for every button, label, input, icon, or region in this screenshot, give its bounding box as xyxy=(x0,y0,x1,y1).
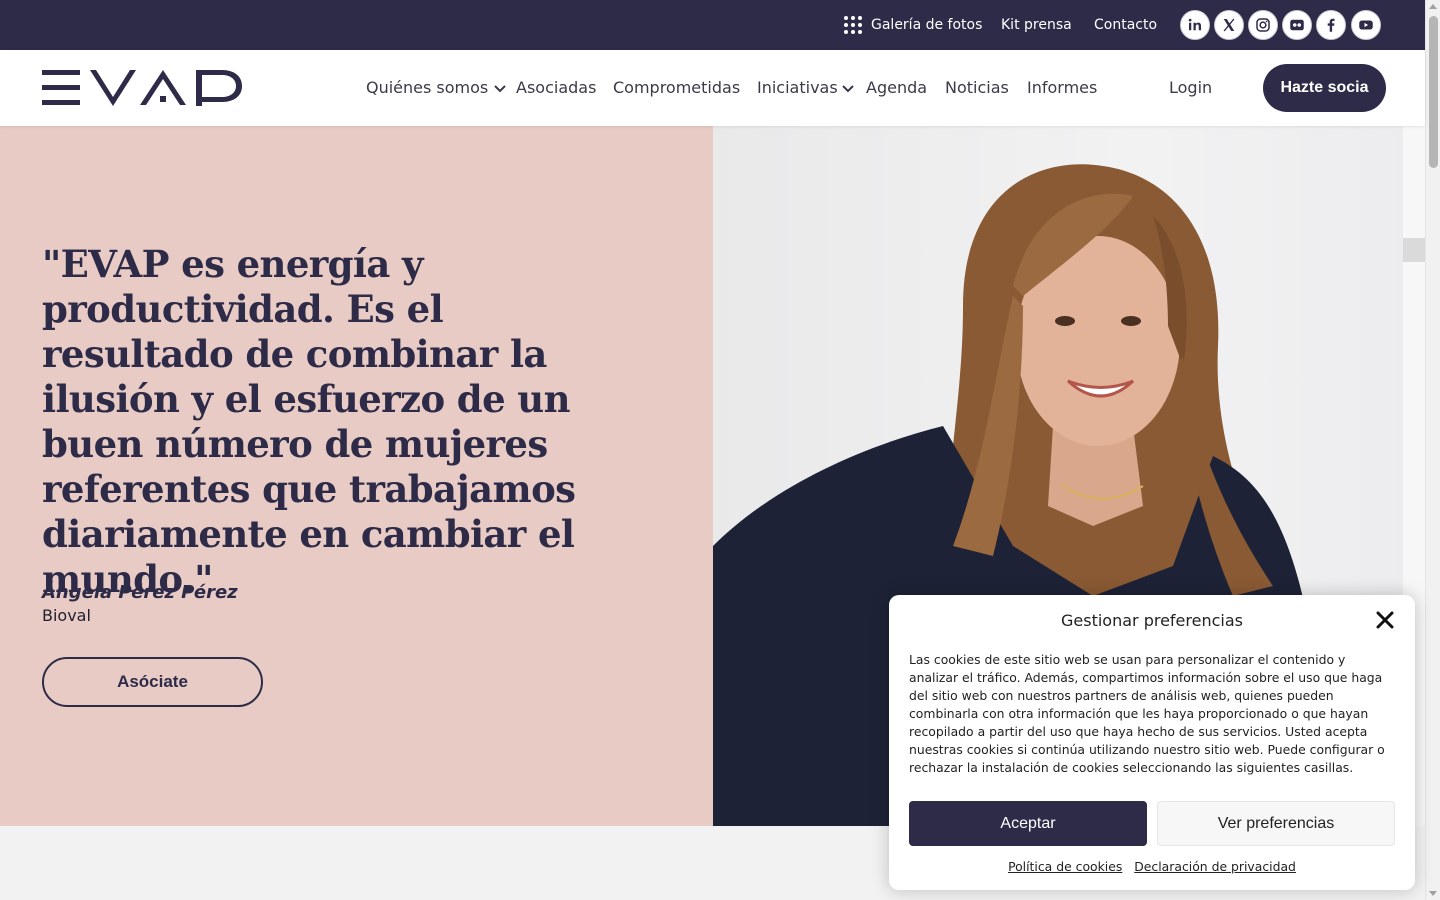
asociate-button[interactable]: Asóciate xyxy=(42,657,263,707)
nav-agenda[interactable]: Agenda xyxy=(866,50,927,126)
nav-informes[interactable]: Informes xyxy=(1027,50,1097,126)
nav-quienes-somos[interactable]: Quiénes somos xyxy=(366,50,488,126)
cookie-links: Política de cookies Declaración de priva… xyxy=(889,859,1415,874)
instagram-icon[interactable] xyxy=(1248,10,1278,40)
chevron-down-icon[interactable] xyxy=(842,82,854,94)
nav-comprometidas[interactable]: Comprometidas xyxy=(613,50,740,126)
linkedin-icon[interactable] xyxy=(1180,10,1210,40)
page-scrollbar[interactable] xyxy=(1425,0,1440,900)
grid-icon[interactable] xyxy=(844,16,862,34)
login-link[interactable]: Login xyxy=(1169,50,1212,126)
nav-iniciativas[interactable]: Iniciativas xyxy=(757,50,838,126)
quote-company: Bioval xyxy=(42,606,91,625)
x-icon[interactable] xyxy=(1214,10,1244,40)
cookie-description: Las cookies de este sitio web se usan pa… xyxy=(909,652,1385,775)
cookie-consent-dialog: Gestionar preferencias Las cookies de es… xyxy=(889,595,1415,890)
cookie-title: Gestionar preferencias xyxy=(1061,611,1243,630)
press-kit-link[interactable]: Kit prensa xyxy=(1001,0,1072,50)
hazte-socia-button[interactable]: Hazte socia xyxy=(1263,64,1386,112)
close-icon[interactable] xyxy=(1376,611,1394,629)
top-bar: Galería de fotos Kit prensa Contacto xyxy=(0,0,1425,50)
privacy-statement-link[interactable]: Declaración de privacidad xyxy=(1134,859,1296,874)
scroll-thumb[interactable] xyxy=(1429,16,1438,168)
hero-quote: "EVAP es energía y productividad. Es el … xyxy=(42,242,576,601)
accept-cookies-button[interactable]: Aceptar xyxy=(909,801,1147,846)
facebook-icon[interactable] xyxy=(1316,10,1346,40)
chevron-down-icon[interactable] xyxy=(494,82,506,94)
scroll-down-arrow-icon[interactable] xyxy=(1429,891,1437,896)
cookie-policy-link[interactable]: Política de cookies xyxy=(1008,859,1122,874)
main-header: Quiénes somos Asociadas Comprometidas In… xyxy=(0,50,1425,126)
contact-link[interactable]: Contacto xyxy=(1094,0,1157,50)
flickr-icon[interactable] xyxy=(1282,10,1312,40)
evap-logo[interactable] xyxy=(42,69,244,107)
quote-author: Ángela Pérez Pérez xyxy=(42,582,238,603)
nav-noticias[interactable]: Noticias xyxy=(945,50,1009,126)
youtube-icon[interactable] xyxy=(1351,10,1381,40)
view-preferences-button[interactable]: Ver preferencias xyxy=(1157,801,1395,846)
nav-asociadas[interactable]: Asociadas xyxy=(516,50,596,126)
hero-quote-panel: "EVAP es energía y productividad. Es el … xyxy=(0,126,713,826)
scroll-up-arrow-icon[interactable] xyxy=(1429,4,1437,9)
gallery-link[interactable]: Galería de fotos xyxy=(871,0,982,50)
